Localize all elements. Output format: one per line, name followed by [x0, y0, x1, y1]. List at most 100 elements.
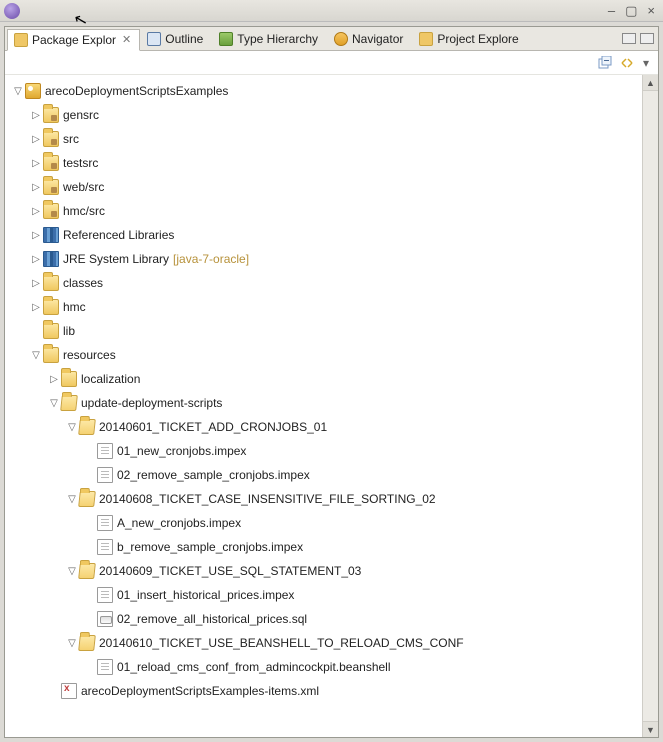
tree-file[interactable]: ▷ 02_remove_sample_cronjobs.impex	[5, 463, 642, 487]
expand-toggle-icon[interactable]: ▽	[65, 638, 79, 649]
eclipse-app-icon	[4, 3, 20, 19]
node-label: src	[63, 132, 79, 146]
node-label: b_remove_sample_cronjobs.impex	[117, 540, 303, 554]
package-folder-icon	[43, 203, 59, 219]
view-menu-button[interactable]: ▾	[640, 54, 652, 72]
window-titlebar: ↖ – ▢ ×	[0, 0, 663, 22]
tree-folder[interactable]: ▷ classes	[5, 271, 642, 295]
package-folder-icon	[43, 107, 59, 123]
tree-project-root[interactable]: ▽ arecoDeploymentScriptsExamples	[5, 79, 642, 103]
type-hierarchy-icon	[219, 32, 233, 46]
tree-folder-resources[interactable]: ▽ resources	[5, 343, 642, 367]
expand-toggle-icon[interactable]: ▽	[11, 86, 25, 97]
expand-toggle-icon[interactable]: ▷	[29, 206, 43, 217]
tree-folder[interactable]: ▷ localization	[5, 367, 642, 391]
link-with-editor-button[interactable]	[618, 54, 636, 72]
folder-open-icon	[60, 395, 78, 411]
tree-folder[interactable]: ▽ 20140610_TICKET_USE_BEANSHELL_TO_RELOA…	[5, 631, 642, 655]
expand-toggle-icon[interactable]: ▷	[29, 134, 43, 145]
node-label: hmc	[63, 300, 86, 314]
node-label: 20140608_TICKET_CASE_INSENSITIVE_FILE_SO…	[99, 492, 436, 506]
tab-navigator[interactable]: Navigator	[327, 28, 412, 50]
folder-icon	[43, 323, 59, 339]
tree-folder[interactable]: ▽ 20140609_TICKET_USE_SQL_STATEMENT_03	[5, 559, 642, 583]
package-folder-icon	[43, 179, 59, 195]
expand-toggle-icon[interactable]: ▽	[65, 494, 79, 505]
tree-file[interactable]: ▷ 01_new_cronjobs.impex	[5, 439, 642, 463]
tree-jre-library[interactable]: ▷ JRE System Library [java-7-oracle]	[5, 247, 642, 271]
expand-toggle-icon[interactable]: ▽	[47, 398, 61, 409]
tree-folder[interactable]: ▷ lib	[5, 319, 642, 343]
folder-open-icon	[78, 491, 96, 507]
project-explorer-icon	[419, 32, 433, 46]
minimize-view-button[interactable]	[622, 33, 636, 44]
expand-toggle-icon[interactable]: ▷	[29, 278, 43, 289]
node-label: 20140609_TICKET_USE_SQL_STATEMENT_03	[99, 564, 361, 578]
node-label: 01_reload_cms_conf_from_admincockpit.bea…	[117, 660, 391, 674]
tree-source-folder[interactable]: ▷ gensrc	[5, 103, 642, 127]
node-label: resources	[63, 348, 116, 362]
tree-referenced-libraries[interactable]: ▷ Referenced Libraries	[5, 223, 642, 247]
expand-toggle-icon[interactable]: ▷	[29, 158, 43, 169]
tree-file[interactable]: ▷ 01_reload_cms_conf_from_admincockpit.b…	[5, 655, 642, 679]
maximize-button[interactable]: ▢	[625, 3, 637, 19]
expand-toggle-icon[interactable]: ▽	[65, 422, 79, 433]
tree-folder-update-scripts[interactable]: ▽ update-deployment-scripts	[5, 391, 642, 415]
vertical-scrollbar[interactable]: ▲ ▼	[642, 75, 658, 737]
library-icon	[43, 227, 59, 243]
tab-type-hierarchy[interactable]: Type Hierarchy	[212, 28, 327, 50]
node-label: gensrc	[63, 108, 99, 122]
tab-package-explorer[interactable]: Package Explor ✕	[7, 29, 140, 51]
node-label: classes	[63, 276, 103, 290]
folder-icon	[61, 371, 77, 387]
expand-toggle-icon[interactable]: ▷	[29, 302, 43, 313]
tree-file[interactable]: ▷ 02_remove_all_historical_prices.sql	[5, 607, 642, 631]
file-icon	[97, 467, 113, 483]
tree-folder[interactable]: ▽ 20140608_TICKET_CASE_INSENSITIVE_FILE_…	[5, 487, 642, 511]
node-label: 02_remove_all_historical_prices.sql	[117, 612, 307, 626]
collapse-all-button[interactable]	[596, 54, 614, 72]
node-label: 01_new_cronjobs.impex	[117, 444, 246, 458]
package-tree[interactable]: ▽ arecoDeploymentScriptsExamples ▷ gensr…	[5, 75, 642, 737]
expand-toggle-icon[interactable]: ▽	[29, 350, 43, 361]
node-label: A_new_cronjobs.impex	[117, 516, 241, 530]
node-suffix: [java-7-oracle]	[173, 252, 249, 266]
expand-toggle-icon[interactable]: ▷	[29, 110, 43, 121]
view-tabs: Package Explor ✕ Outline Type Hierarchy …	[5, 27, 658, 51]
close-window-button[interactable]: ×	[647, 3, 655, 19]
close-tab-icon[interactable]: ✕	[122, 33, 131, 46]
expand-toggle-icon[interactable]: ▷	[29, 182, 43, 193]
file-icon	[97, 659, 113, 675]
scroll-up-button[interactable]: ▲	[643, 75, 658, 91]
package-folder-icon	[43, 131, 59, 147]
tree-file[interactable]: ▷ 01_insert_historical_prices.impex	[5, 583, 642, 607]
tree-source-folder[interactable]: ▷ web/src	[5, 175, 642, 199]
maximize-view-button[interactable]	[640, 33, 654, 44]
node-label: hmc/src	[63, 204, 105, 218]
tree-source-folder[interactable]: ▷ hmc/src	[5, 199, 642, 223]
scroll-track[interactable]	[643, 91, 658, 721]
minimize-button[interactable]: –	[608, 3, 615, 19]
tab-outline[interactable]: Outline	[140, 28, 212, 50]
expand-toggle-icon[interactable]: ▷	[29, 254, 43, 265]
expand-toggle-icon[interactable]: ▷	[47, 374, 61, 385]
file-icon	[97, 443, 113, 459]
folder-open-icon	[78, 563, 96, 579]
tree-folder[interactable]: ▽ 20140601_TICKET_ADD_CRONJOBS_01	[5, 415, 642, 439]
tree-file[interactable]: ▷ A_new_cronjobs.impex	[5, 511, 642, 535]
tree-source-folder[interactable]: ▷ testsrc	[5, 151, 642, 175]
tab-project-explorer[interactable]: Project Explore	[412, 28, 527, 50]
tree-folder[interactable]: ▷ hmc	[5, 295, 642, 319]
node-label: arecoDeploymentScriptsExamples-items.xml	[81, 684, 319, 698]
node-label: testsrc	[63, 156, 98, 170]
node-label: 02_remove_sample_cronjobs.impex	[117, 468, 310, 482]
tree-file[interactable]: ▷ b_remove_sample_cronjobs.impex	[5, 535, 642, 559]
scroll-down-button[interactable]: ▼	[643, 721, 658, 737]
node-label: arecoDeploymentScriptsExamples	[45, 84, 228, 98]
expand-toggle-icon[interactable]: ▷	[29, 230, 43, 241]
tree-file-xml[interactable]: ▷ arecoDeploymentScriptsExamples-items.x…	[5, 679, 642, 703]
view-toolbar: ▾	[5, 51, 658, 75]
tree-source-folder[interactable]: ▷ src	[5, 127, 642, 151]
expand-toggle-icon[interactable]: ▽	[65, 566, 79, 577]
folder-icon	[43, 347, 59, 363]
